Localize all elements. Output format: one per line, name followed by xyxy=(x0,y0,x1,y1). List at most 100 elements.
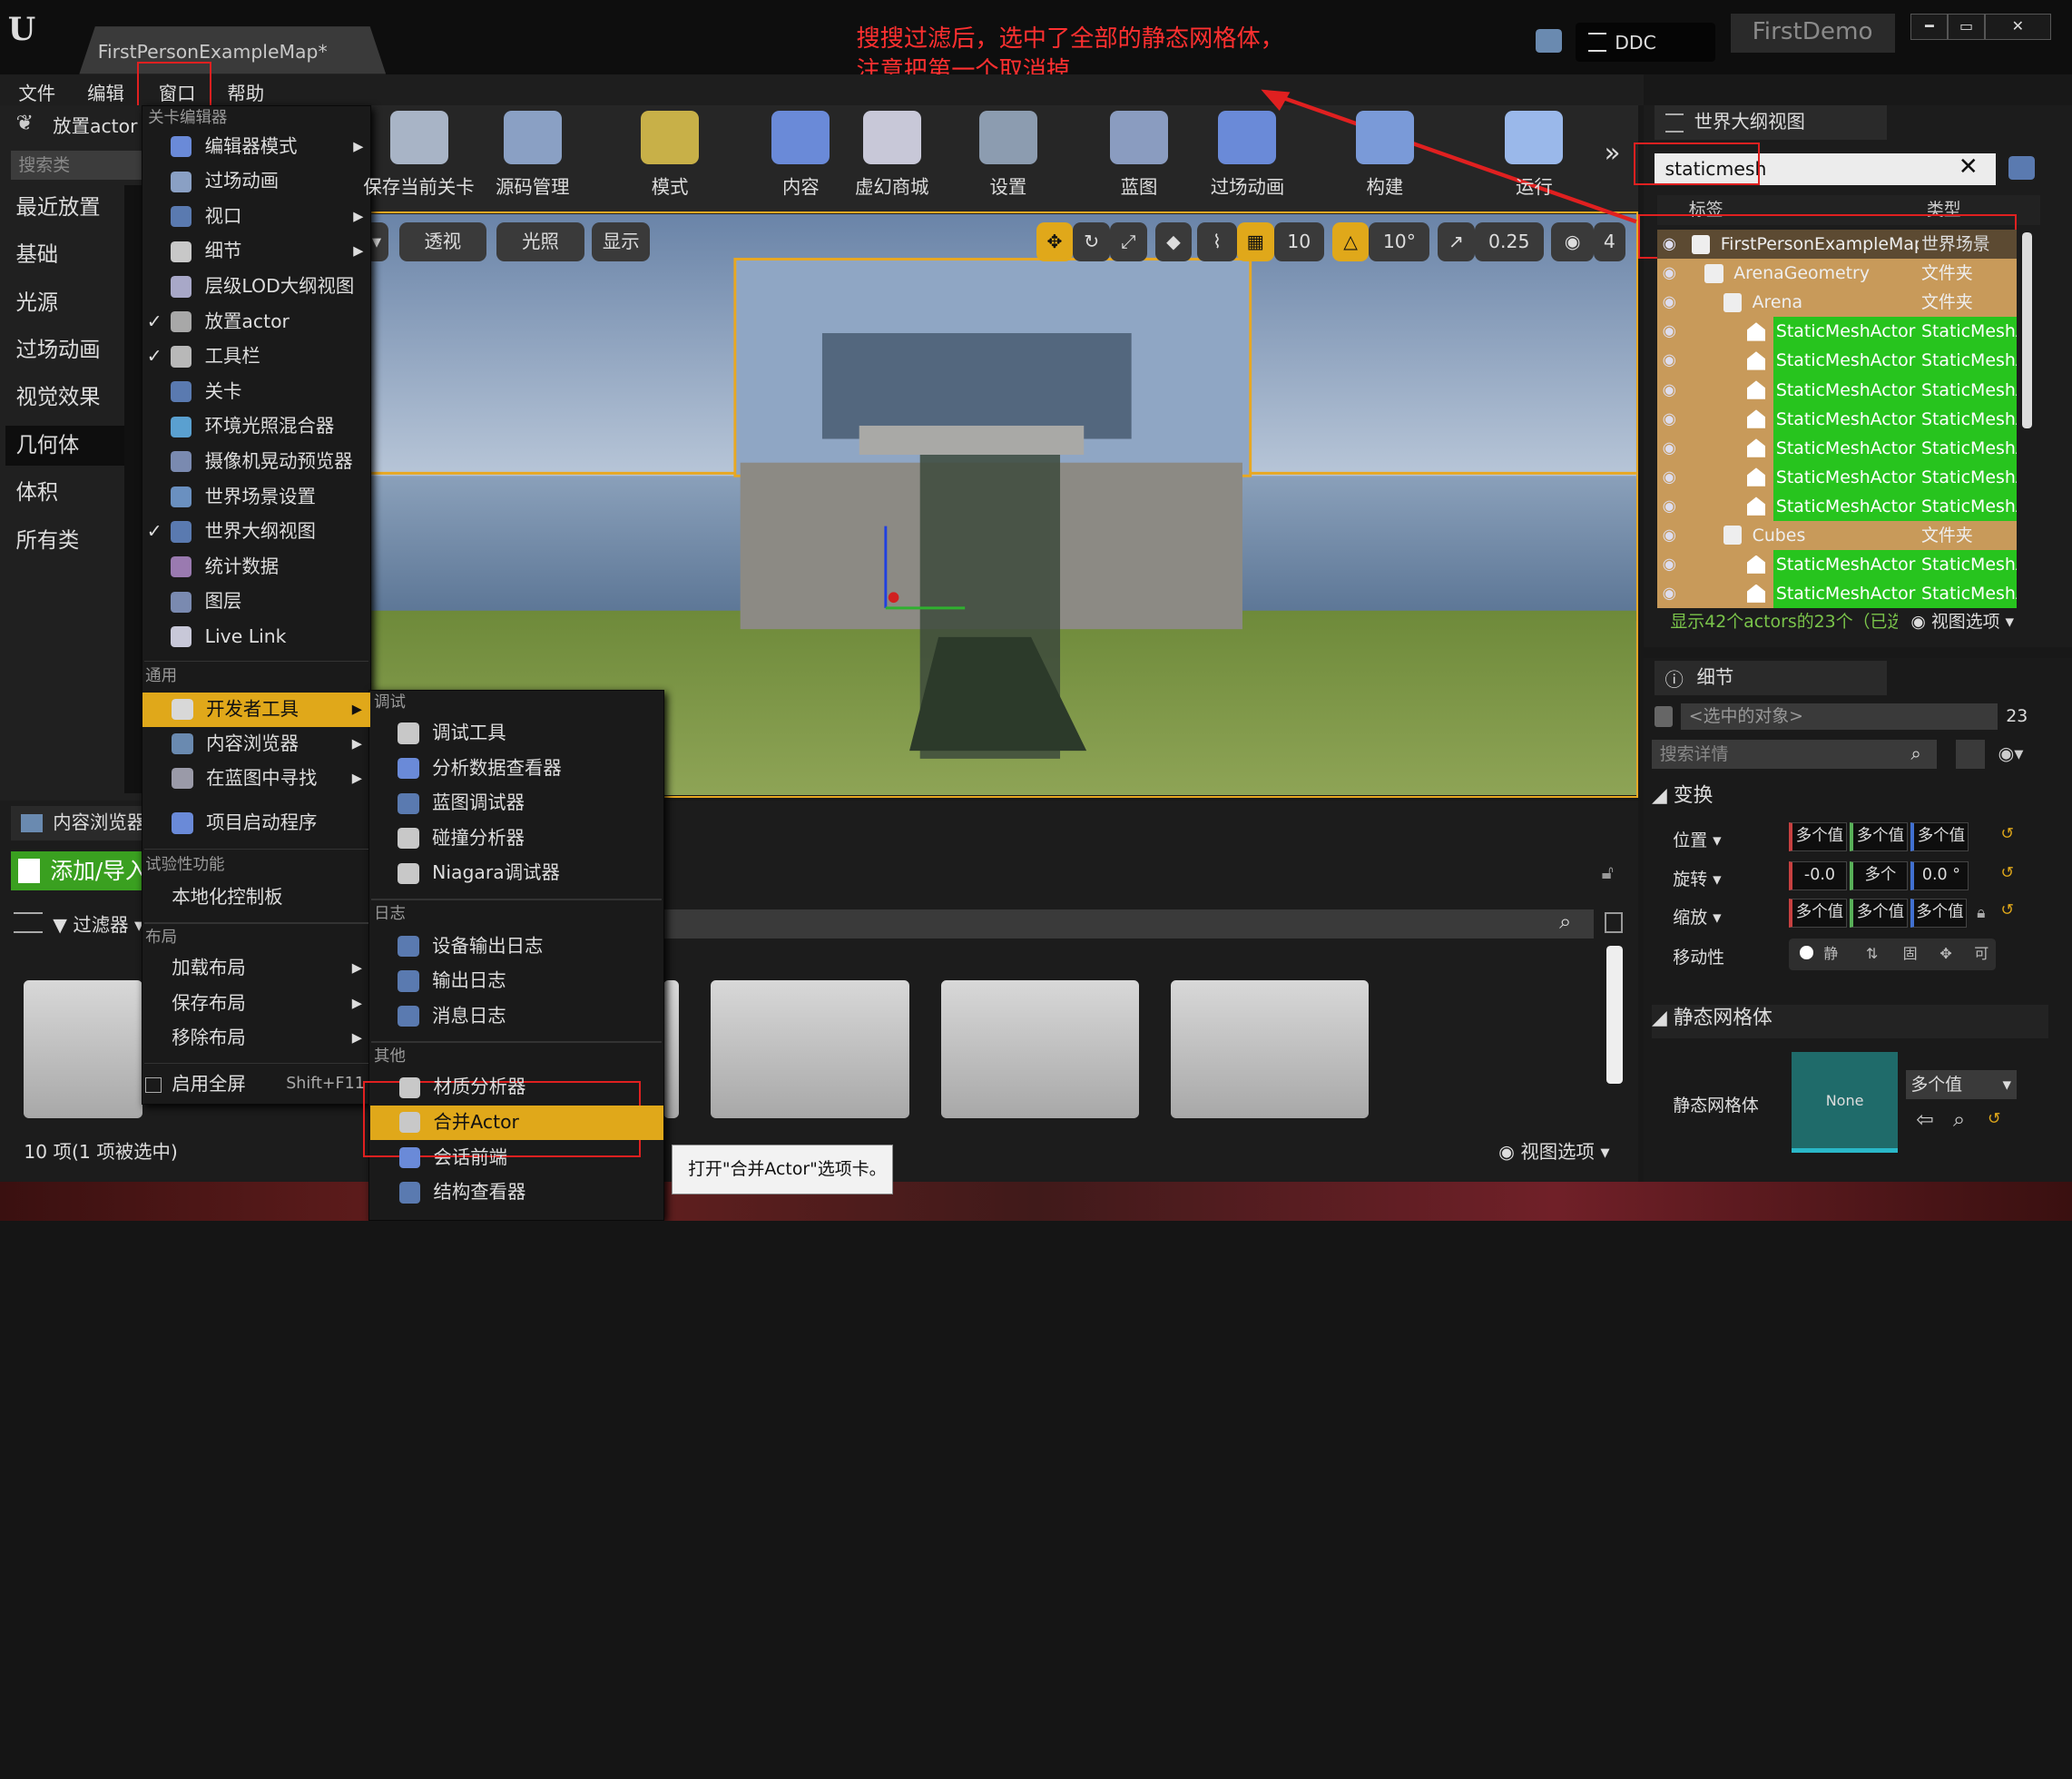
clear-search-icon[interactable]: ✕ xyxy=(1959,153,1979,181)
dev-menu-item[interactable]: Niagara调试器 xyxy=(368,856,664,890)
scale-icon[interactable]: ⤢ xyxy=(1110,221,1147,262)
dev-menu-item[interactable]: 会话前端 xyxy=(370,1141,663,1175)
toolbar-button[interactable]: 源码管理 xyxy=(489,111,576,199)
use-selected-icon[interactable]: ⇦ xyxy=(1916,1107,1934,1132)
outliner-row[interactable]: ◉ StaticMeshActorStaticMeshActor xyxy=(1656,549,2017,579)
category-item[interactable]: 基础 xyxy=(5,235,124,275)
window-menu-item[interactable]: 保存布局 ▶ xyxy=(142,987,369,1021)
window-menu-item[interactable]: ✓ 工具栏 xyxy=(142,339,371,374)
outliner-tab[interactable]: 世界大纲视图 xyxy=(1654,105,1888,141)
folder-2[interactable] xyxy=(663,980,680,1118)
sources-toggle-icon[interactable] xyxy=(13,911,43,933)
maximize-button[interactable]: ▭ xyxy=(1948,13,1985,40)
window-menu-item[interactable]: 过场动画 xyxy=(142,164,371,199)
outliner-row[interactable]: ◉ StaticMeshActorStaticMeshActor xyxy=(1656,346,2017,376)
outliner-row[interactable]: ◉ StaticMeshActorStaticMeshActor xyxy=(1656,375,2017,405)
details-search-input[interactable]: 搜索详情 xyxy=(1652,740,1938,770)
menu-help[interactable]: 帮助 xyxy=(227,78,264,105)
category-item[interactable]: 过场动画 xyxy=(5,330,124,370)
outliner-row[interactable]: ◉ Cubes 文件夹 xyxy=(1656,520,2017,550)
window-menu-item[interactable]: 项目启动程序 xyxy=(142,806,369,840)
toolbar-button[interactable]: 保存当前关卡 xyxy=(359,111,478,199)
outliner-view-options[interactable]: ◉ 视图选项 ▾ xyxy=(1910,608,2014,633)
transform-field[interactable]: 多个值 xyxy=(1789,821,1848,851)
details-view-icon[interactable]: ◉▾ xyxy=(1998,742,2023,764)
rotate-icon[interactable]: ↻ xyxy=(1073,221,1111,262)
mesh-thumbnail[interactable]: None xyxy=(1792,1051,1898,1153)
static-mesh-section[interactable]: ◢ 静态网格体 xyxy=(1652,1004,2048,1039)
transform-field[interactable]: 多个值 xyxy=(1850,821,1909,851)
save-search-icon[interactable] xyxy=(1604,911,1623,933)
surface-snap-icon[interactable]: ⌇ xyxy=(1197,221,1237,262)
visibility-eye-icon[interactable]: ◉ xyxy=(1663,463,1676,492)
add-import-button[interactable]: 添加/导入 xyxy=(10,850,149,891)
class-search-input[interactable]: 搜索类 xyxy=(10,150,143,180)
scale-lock-icon[interactable]: 🔒︎ xyxy=(1977,904,1985,922)
transform-field[interactable]: 多个值 xyxy=(1850,899,1909,929)
category-item[interactable]: 视觉效果 xyxy=(5,378,124,418)
toolbar-button[interactable]: 模式 xyxy=(629,111,711,199)
visibility-eye-icon[interactable]: ◉ xyxy=(1663,521,1676,550)
source-control-icon[interactable] xyxy=(1535,29,1562,54)
toolbar-button[interactable]: 设置 xyxy=(976,111,1042,199)
browse-icon[interactable]: ⌕ xyxy=(1953,1107,1965,1132)
perspective-button[interactable]: 透视 xyxy=(398,221,486,262)
transform-field[interactable]: 多个值 xyxy=(1789,899,1848,929)
content-browser-tab[interactable]: 内容浏览器 xyxy=(10,806,143,840)
visibility-eye-icon[interactable]: ◉ xyxy=(1663,405,1676,434)
dev-menu-item[interactable]: 碰撞分析器 xyxy=(368,821,664,856)
lock-icon[interactable]: 🔓︎ xyxy=(1602,861,1614,884)
reset-icon[interactable]: ↺ xyxy=(2000,864,2014,882)
document-tab[interactable]: FirstPersonExampleMap* xyxy=(79,26,386,74)
window-menu-item[interactable]: 关卡 xyxy=(142,375,371,409)
outliner-row[interactable]: ◉ StaticMeshActorStaticMeshActor xyxy=(1656,578,2017,608)
fullscreen-checkbox[interactable] xyxy=(145,1076,162,1094)
reset-icon[interactable]: ↺ xyxy=(1988,1110,2001,1128)
outliner-row[interactable]: ◉ FirstPersonExampleMap 世界场景 xyxy=(1656,230,2017,260)
outliner-row[interactable]: ◉ StaticMeshActorStaticMeshActor xyxy=(1656,317,2017,347)
window-menu-item[interactable]: 细节 ▶ xyxy=(142,234,371,269)
visibility-eye-icon[interactable]: ◉ xyxy=(1663,288,1676,317)
ddc-button[interactable]: DDC xyxy=(1575,22,1715,63)
menu-edit[interactable]: 编辑 xyxy=(87,78,124,105)
transform-field[interactable]: -0.0 xyxy=(1789,861,1848,891)
window-menu-item[interactable]: 图层 xyxy=(142,585,371,619)
window-menu-item[interactable]: 统计数据 xyxy=(142,550,371,585)
toolbar-button[interactable]: 内容 xyxy=(764,111,839,199)
window-menu-item[interactable]: 层级LOD大纲视图 xyxy=(142,270,371,304)
dev-menu-item[interactable]: 输出日志 xyxy=(368,964,664,998)
visibility-eye-icon[interactable]: ◉ xyxy=(1663,259,1676,288)
dev-menu-item[interactable]: 分析数据查看器 xyxy=(368,752,664,786)
window-menu-item[interactable]: 内容浏览器 ▶ xyxy=(142,727,369,762)
toolbar-button[interactable]: 过场动画 xyxy=(1203,111,1292,199)
visibility-eye-icon[interactable]: ◉ xyxy=(1663,550,1676,579)
visibility-eye-icon[interactable]: ◉ xyxy=(1663,346,1676,375)
lit-button[interactable]: 光照 xyxy=(496,221,584,262)
category-item[interactable]: 光源 xyxy=(5,283,124,323)
window-menu-item[interactable]: 摄像机晃动预览器 xyxy=(142,445,371,479)
dev-menu-item[interactable]: 结构查看器 xyxy=(370,1175,663,1210)
dev-menu-item[interactable]: 设备输出日志 xyxy=(368,929,664,964)
world-local-icon[interactable]: ◆ xyxy=(1154,221,1193,262)
outliner-scrollbar[interactable] xyxy=(2021,232,2033,428)
folder-5[interactable] xyxy=(1171,980,1370,1118)
outliner-options-icon[interactable] xyxy=(2008,155,2036,180)
outliner-row[interactable]: ◉ StaticMeshActorStaticMeshActor xyxy=(1656,433,2017,463)
mesh-combo[interactable]: 多个值 ▾ xyxy=(1905,1070,2017,1100)
toolbar-button[interactable]: 虚幻商城 xyxy=(846,111,938,199)
details-tab[interactable]: ⓘ 细节 xyxy=(1654,661,1888,695)
transform-field[interactable]: 0.0 ° xyxy=(1910,861,1969,891)
visibility-eye-icon[interactable]: ◉ xyxy=(1663,434,1676,463)
toolbar-button[interactable]: 构建 xyxy=(1337,111,1432,199)
visibility-eye-icon[interactable]: ◉ xyxy=(1663,579,1676,608)
transform-field[interactable]: 多个值 xyxy=(1910,899,1967,929)
folder-3[interactable] xyxy=(711,980,909,1118)
menu-file[interactable]: 文件 xyxy=(18,78,55,105)
dev-menu-item[interactable]: 材质分析器 xyxy=(370,1070,663,1105)
window-menu-item[interactable]: 在蓝图中寻找 ▶ xyxy=(142,762,369,796)
category-item[interactable]: 几何体 xyxy=(5,425,124,466)
window-menu-item[interactable]: Live Link xyxy=(142,620,371,654)
toolbar-button[interactable]: 运行 xyxy=(1493,111,1575,199)
asset-scrollbar[interactable] xyxy=(1606,946,1623,1084)
outliner-row[interactable]: ◉ StaticMeshActorStaticMeshActor xyxy=(1656,462,2017,492)
